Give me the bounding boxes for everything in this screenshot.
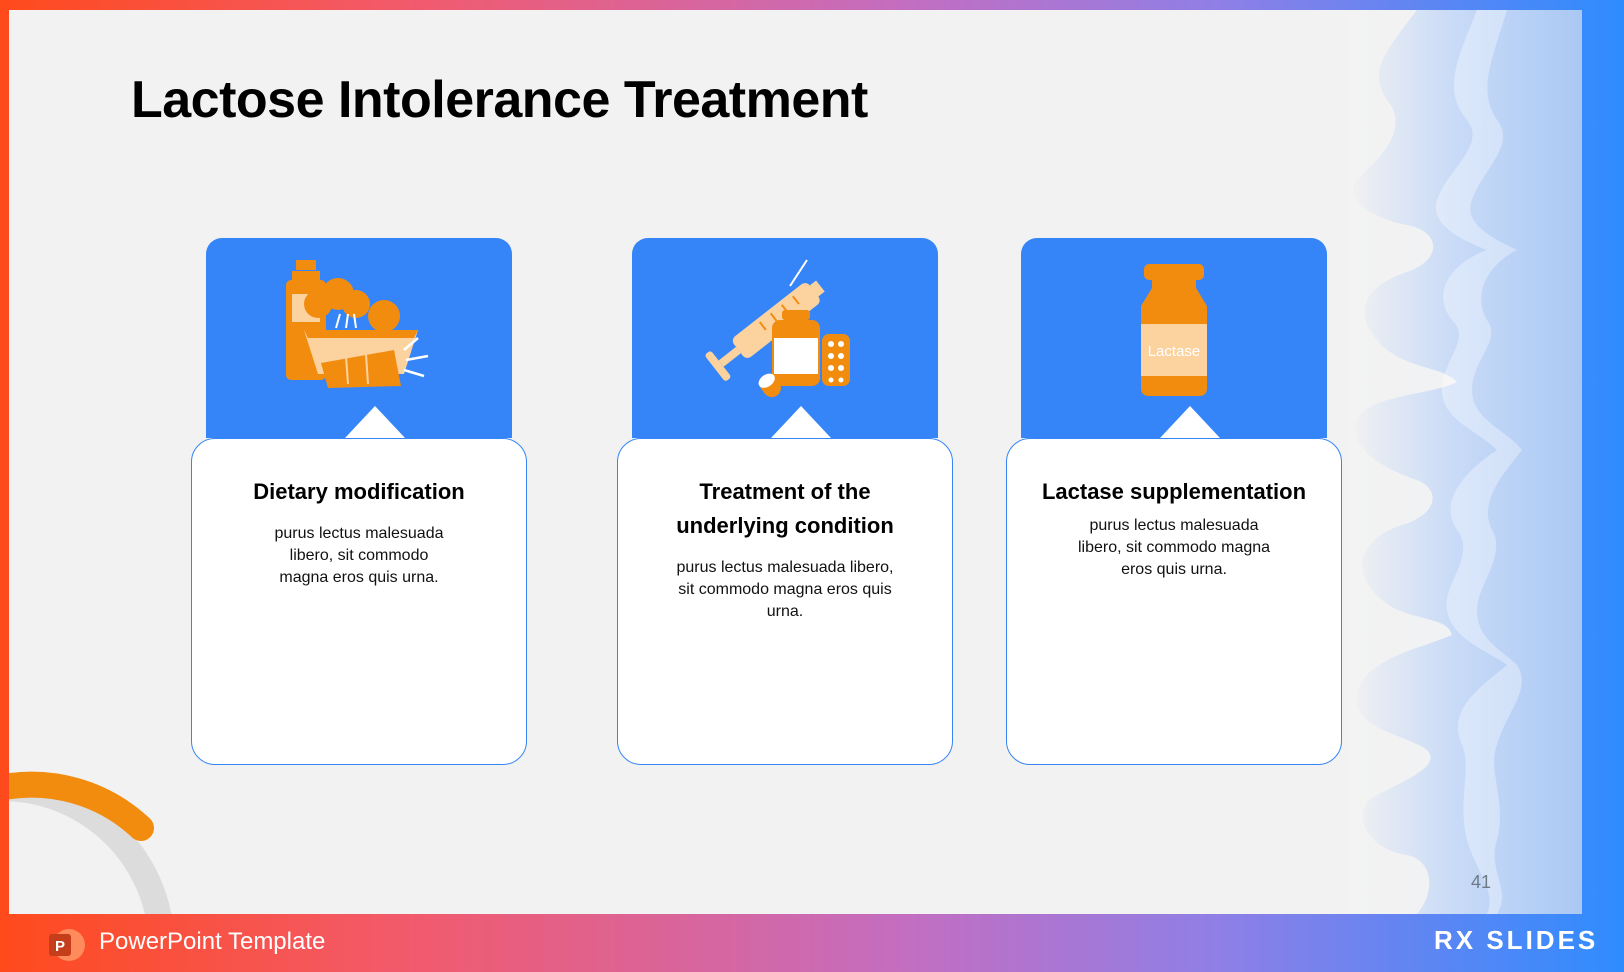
card-content: Treatment of the underlying condition pu… xyxy=(617,438,953,765)
card-content: Lactase supplementation purus lectus mal… xyxy=(1006,438,1342,765)
syringe-medicine-icon xyxy=(705,259,850,398)
treatment-card-lactase: Lactase Lactase supplementation purus le… xyxy=(1006,238,1344,768)
card-title: Dietary modification xyxy=(253,479,465,504)
card-description: purus lectus malesuada libero, sit commo… xyxy=(676,559,894,620)
brand-logo: RX SLIDES xyxy=(1434,925,1599,955)
card-notch xyxy=(345,406,405,438)
ring-decoration xyxy=(9,771,172,914)
slide-frame: Lactose Intolerance Treatment Dietary mo… xyxy=(0,0,1624,972)
card-header-panel: Lactase xyxy=(1021,238,1327,438)
card-header-panel xyxy=(632,238,938,438)
card-content: Dietary modification purus lectus malesu… xyxy=(191,438,527,765)
treatment-card-dietary: Dietary modification purus lectus malesu… xyxy=(191,238,529,768)
slide-canvas: Lactose Intolerance Treatment Dietary mo… xyxy=(9,10,1582,914)
card-notch xyxy=(1160,406,1220,438)
card-header-panel xyxy=(206,238,512,438)
card-title: Lactase supplementation xyxy=(1041,479,1307,504)
card-notch xyxy=(771,406,831,438)
milk-splash-decoration xyxy=(1347,10,1582,914)
card-description: purus lectus malesuada libero, sit commo… xyxy=(274,525,444,586)
bottle-label: Lactase xyxy=(1148,343,1201,360)
card-description: purus lectus malesuada libero, sit commo… xyxy=(1077,517,1271,578)
footer-template-label: PowerPoint Template xyxy=(99,928,326,955)
food-groceries-icon xyxy=(286,260,429,388)
card-title: Treatment of the underlying condition xyxy=(676,479,894,538)
treatment-card-underlying-condition: Treatment of the underlying condition pu… xyxy=(617,238,955,768)
slide-number: 41 xyxy=(1471,872,1492,892)
lactase-bottle-icon: Lactase xyxy=(1141,264,1207,396)
slide-title: Lactose Intolerance Treatment xyxy=(131,71,868,129)
svg-text:P: P xyxy=(55,938,65,955)
powerpoint-icon: P xyxy=(49,929,85,961)
